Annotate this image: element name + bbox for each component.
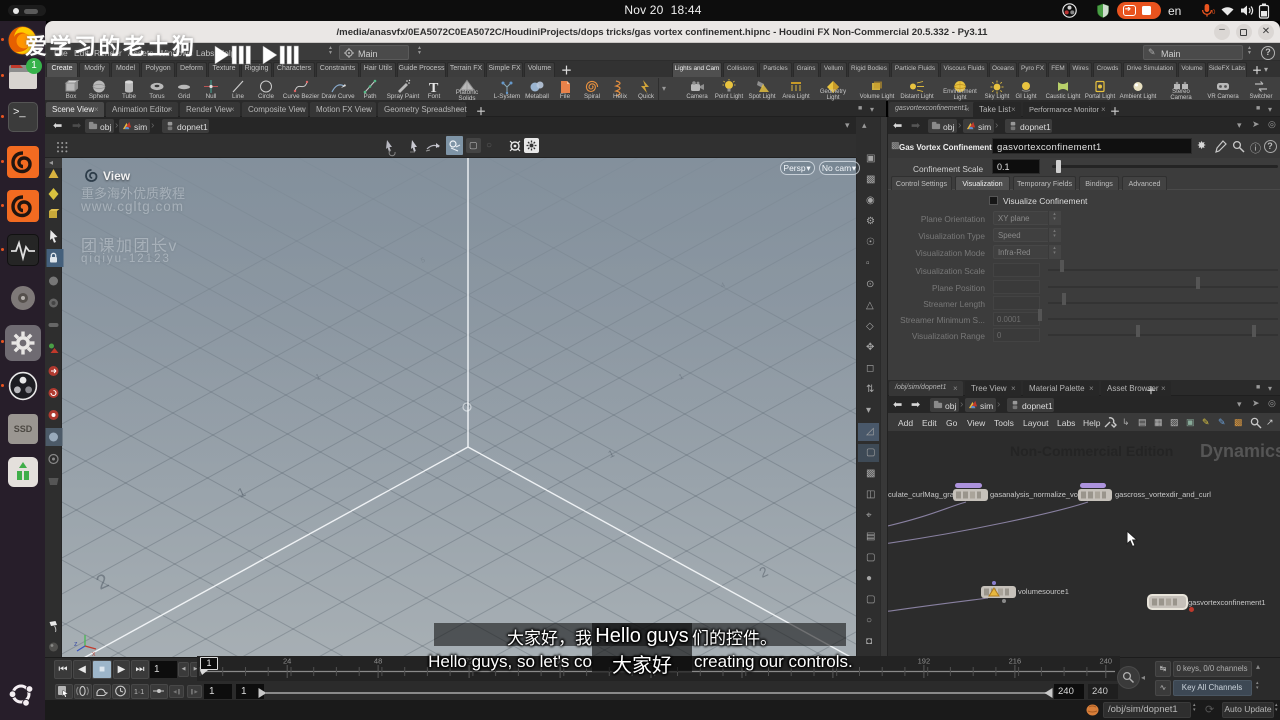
svg-text:z: z xyxy=(74,641,78,648)
svg-text:1·1: 1·1 xyxy=(134,689,144,696)
svg-text:192: 192 xyxy=(918,657,931,666)
svg-text:48: 48 xyxy=(374,657,382,666)
svg-text:240: 240 xyxy=(1100,657,1113,666)
svg-text:216: 216 xyxy=(1009,657,1022,666)
svg-text:24: 24 xyxy=(283,657,291,666)
svg-text:0: 0 xyxy=(1212,10,1216,16)
